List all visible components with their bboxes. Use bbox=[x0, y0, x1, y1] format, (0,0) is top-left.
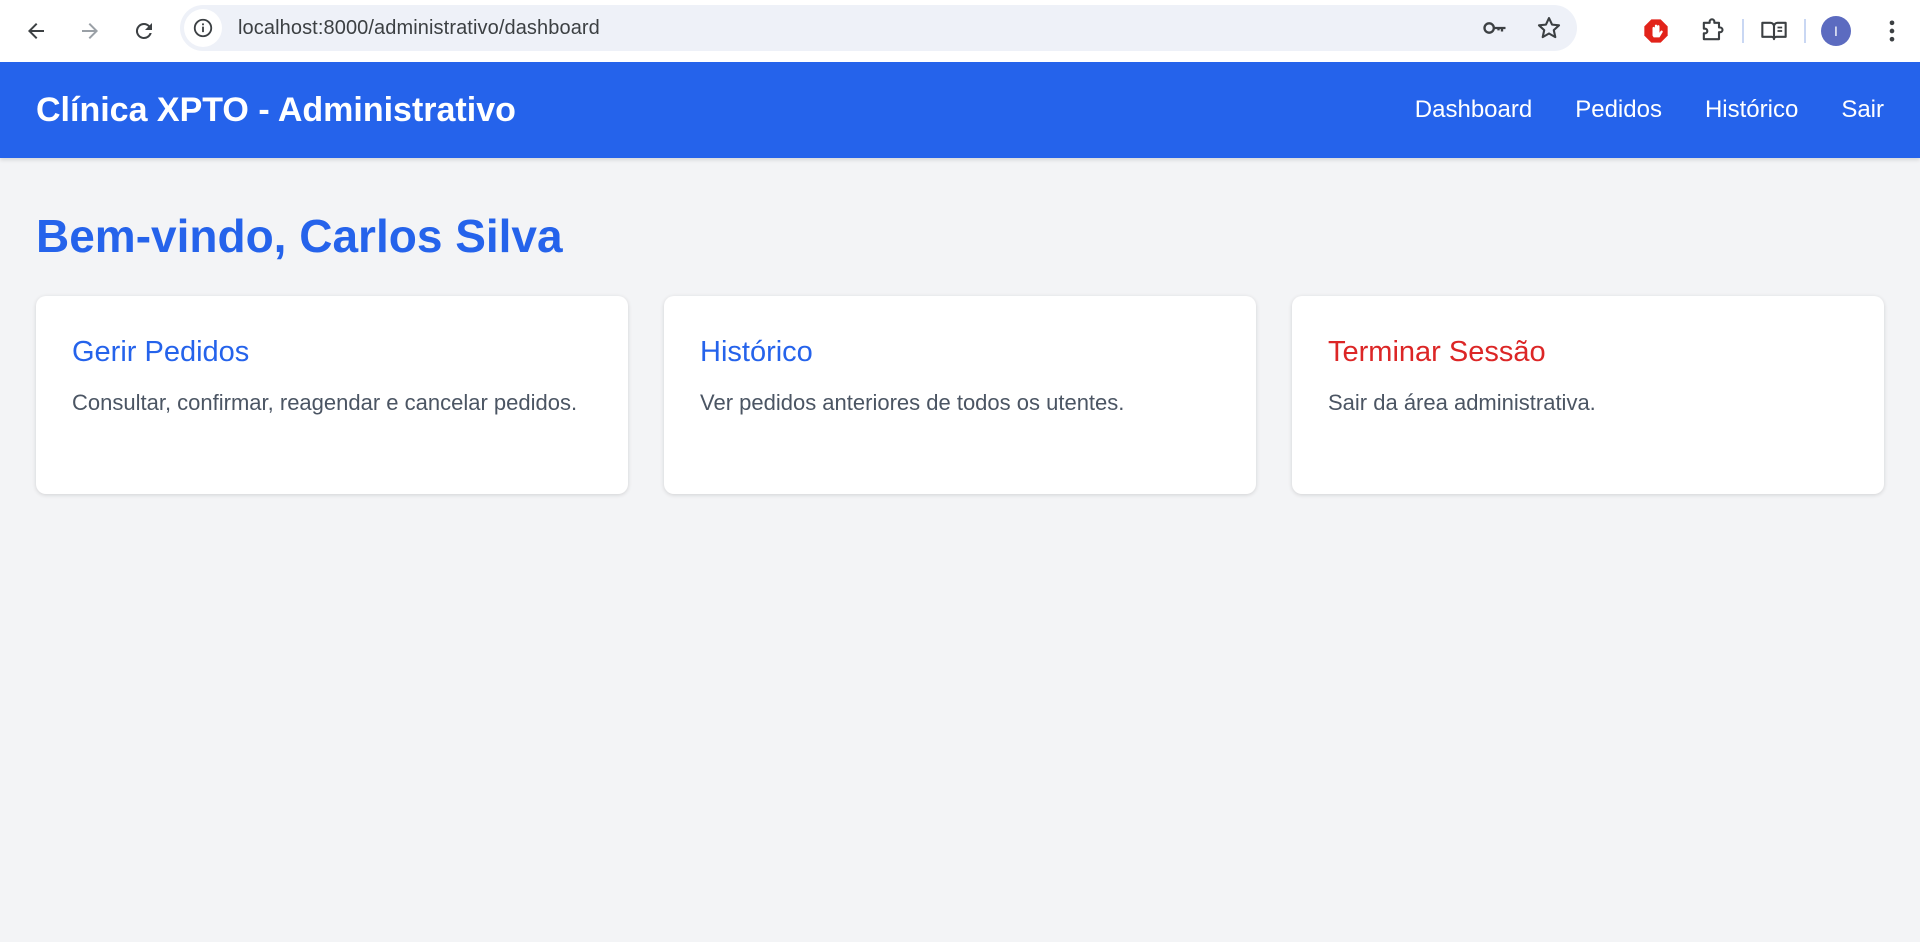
card-historico[interactable]: Histórico Ver pedidos anteriores de todo… bbox=[664, 296, 1256, 494]
main-nav: Dashboard Pedidos Histórico Sair bbox=[1415, 96, 1884, 124]
card-description: Ver pedidos anteriores de todos os utent… bbox=[700, 390, 1125, 415]
browser-toolbar: localhost:8000/administrativo/dashboard … bbox=[0, 0, 1920, 62]
kebab-menu-icon bbox=[1889, 20, 1895, 42]
extensions-button[interactable] bbox=[1684, 0, 1740, 62]
app-title: Clínica XPTO - Administrativo bbox=[36, 90, 516, 129]
star-icon[interactable] bbox=[1535, 14, 1563, 42]
key-icon[interactable] bbox=[1481, 14, 1509, 42]
toolbar-separator bbox=[1742, 19, 1744, 43]
nav-pedidos-link[interactable]: Pedidos bbox=[1575, 96, 1662, 124]
card-title: Gerir Pedidos bbox=[72, 336, 250, 368]
forward-button[interactable] bbox=[70, 11, 110, 51]
puzzle-icon bbox=[1702, 18, 1724, 41]
browser-menu-button[interactable] bbox=[1864, 0, 1920, 62]
dashboard-cards: Gerir Pedidos Consultar, confirmar, reag… bbox=[36, 296, 1884, 494]
card-description: Sair da área administrativa. bbox=[1328, 390, 1596, 415]
extension-stop-button[interactable] bbox=[1628, 0, 1684, 62]
reading-mode-icon bbox=[1761, 21, 1787, 41]
back-button[interactable] bbox=[16, 11, 56, 51]
nav-sair-link[interactable]: Sair bbox=[1841, 96, 1884, 124]
page-title: Bem-vindo, Carlos Silva bbox=[36, 210, 563, 262]
card-title: Terminar Sessão bbox=[1328, 336, 1546, 368]
toolbar-separator bbox=[1804, 19, 1806, 43]
card-gerir-pedidos[interactable]: Gerir Pedidos Consultar, confirmar, reag… bbox=[36, 296, 628, 494]
avatar: I bbox=[1821, 16, 1851, 46]
reading-mode-button[interactable] bbox=[1746, 0, 1802, 62]
profile-button[interactable]: I bbox=[1808, 0, 1864, 62]
card-description: Consultar, confirmar, reagendar e cancel… bbox=[72, 390, 578, 415]
card-title: Histórico bbox=[700, 336, 813, 368]
back-arrow-icon bbox=[28, 23, 44, 39]
app-header: Clínica XPTO - Administrativo Dashboard … bbox=[0, 62, 1920, 158]
reload-button[interactable] bbox=[124, 11, 164, 51]
nav-dashboard-link[interactable]: Dashboard bbox=[1415, 96, 1532, 124]
reload-icon bbox=[135, 22, 152, 39]
url-text[interactable]: localhost:8000/administrativo/dashboard bbox=[238, 17, 600, 40]
site-info-button[interactable] bbox=[184, 9, 222, 47]
address-bar[interactable]: localhost:8000/administrativo/dashboard bbox=[180, 5, 1577, 51]
stop-hand-icon bbox=[1644, 19, 1668, 43]
card-terminar-sessao[interactable]: Terminar Sessão Sair da área administrat… bbox=[1292, 296, 1884, 494]
nav-historico-link[interactable]: Histórico bbox=[1705, 96, 1798, 124]
forward-arrow-icon bbox=[82, 23, 98, 39]
main-content: Bem-vindo, Carlos Silva Gerir Pedidos Co… bbox=[0, 158, 1920, 494]
info-icon bbox=[193, 18, 213, 38]
